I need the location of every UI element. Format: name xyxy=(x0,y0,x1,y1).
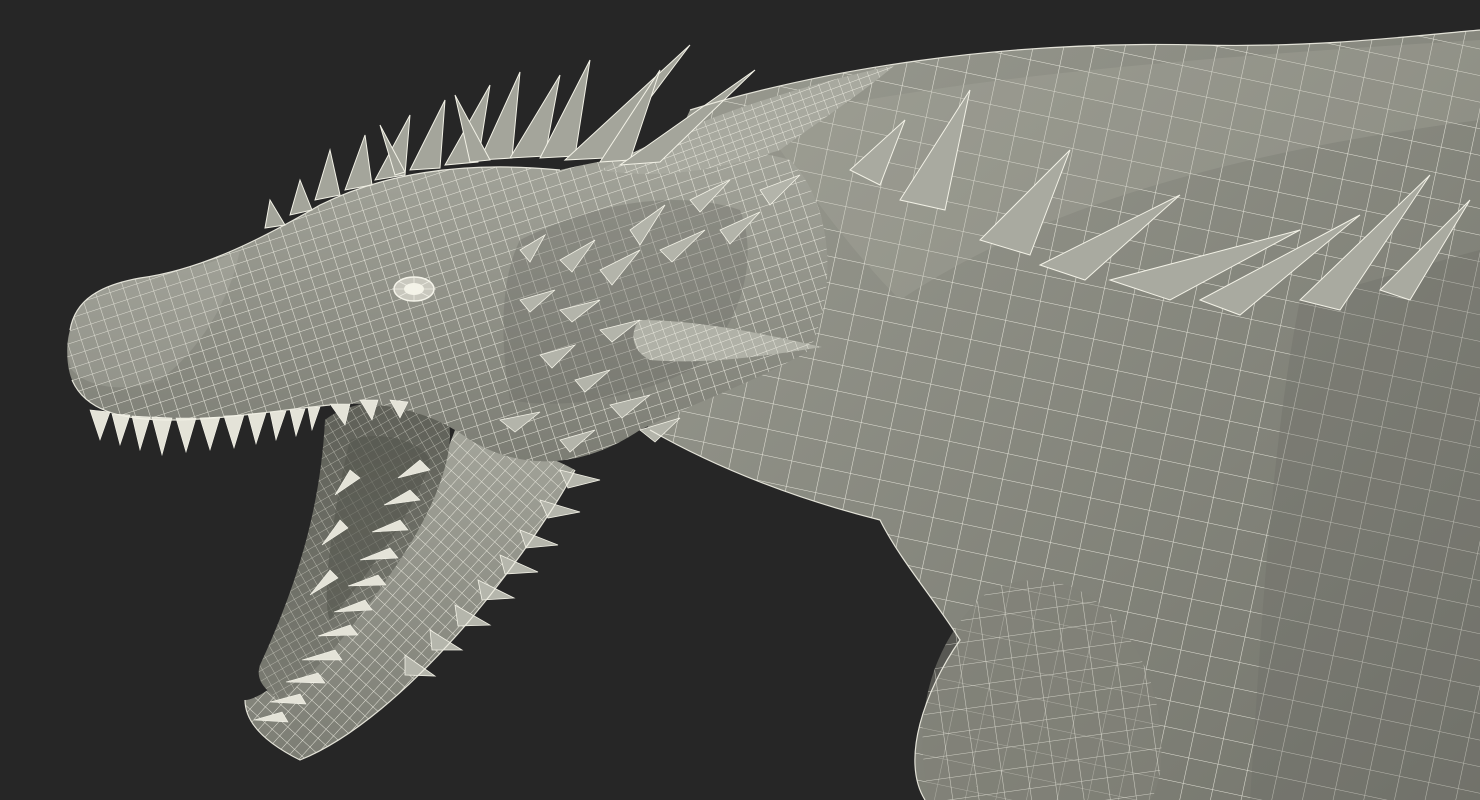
eye xyxy=(392,276,436,302)
render-viewport[interactable] xyxy=(0,0,1480,800)
dragon-wireframe-render xyxy=(0,0,1480,800)
